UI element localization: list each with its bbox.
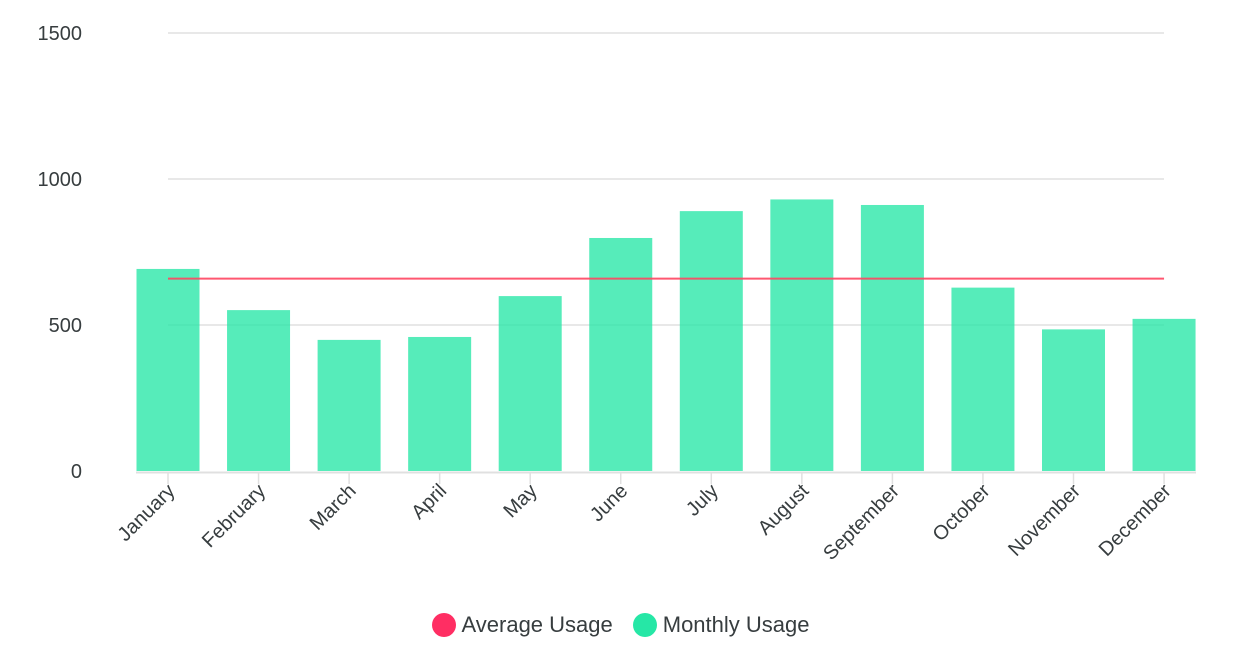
y-tick-label: 1500	[38, 23, 83, 45]
y-tick-label: 1000	[38, 169, 83, 191]
x-tick-label: January	[114, 480, 180, 546]
legend-marker-monthly-usage	[632, 613, 657, 637]
bar-may	[498, 296, 562, 471]
x-tick-label: July	[682, 480, 723, 521]
x-tick-label: December	[1095, 480, 1176, 561]
bars-monthly-usage	[136, 199, 1196, 471]
bar-february	[227, 310, 291, 471]
bar-chart: 0 500 1000 1500 January February March April Ma…	[38, 23, 1196, 565]
bar-december	[1132, 318, 1196, 471]
x-tick-label: April	[407, 480, 451, 524]
x-tick-label: August	[754, 480, 814, 540]
bar-march	[317, 339, 381, 471]
x-tick-label: November	[1004, 480, 1085, 561]
x-tick-label: September	[819, 480, 904, 565]
x-tick-label: June	[586, 480, 632, 526]
bar-november	[1042, 329, 1105, 471]
y-tick-label: 500	[49, 315, 82, 337]
bar-september	[860, 204, 924, 471]
bar-july	[679, 211, 743, 471]
legend-label-average-usage: Average Usage	[461, 612, 613, 637]
bar-april	[408, 336, 472, 471]
bar-june	[589, 237, 653, 471]
x-tick-label: October	[929, 480, 995, 546]
legend-item-average-usage[interactable]: Average Usage	[431, 612, 613, 638]
y-tick-label: 0	[71, 461, 82, 483]
y-axis-labels: 0 500 1000 1500	[38, 23, 83, 483]
x-tick-label: February	[198, 480, 270, 552]
legend: Average Usage Monthly Usage	[0, 612, 1241, 638]
bar-january	[136, 268, 200, 471]
bar-august	[770, 199, 834, 471]
legend-item-monthly-usage[interactable]: Monthly Usage	[632, 612, 810, 638]
grid-lines	[168, 32, 1164, 326]
legend-label-monthly-usage: Monthly Usage	[662, 612, 810, 637]
x-axis: January February March April May June July Augu…	[114, 471, 1196, 565]
x-tick-label: May	[499, 480, 541, 522]
x-tick-label: March	[306, 480, 361, 535]
legend-marker-average-usage	[431, 613, 456, 637]
bar-october	[951, 287, 1015, 471]
